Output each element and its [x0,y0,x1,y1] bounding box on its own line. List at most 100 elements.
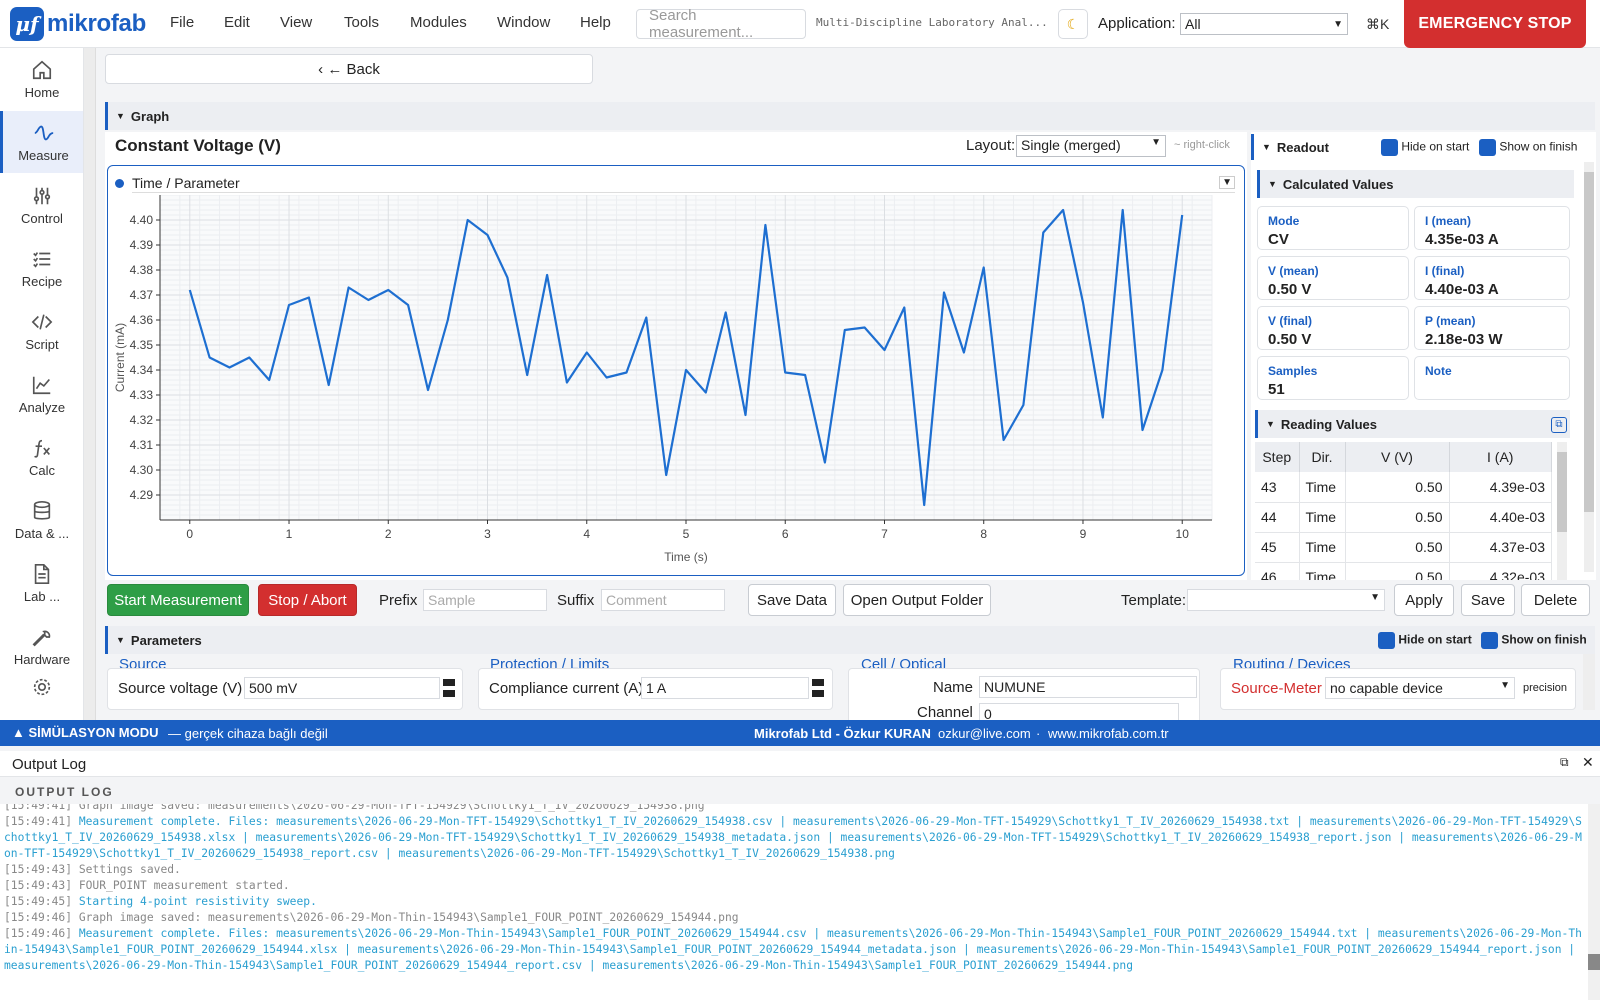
website-link[interactable]: www.mikrofab.com.tr [1048,726,1169,741]
table-row[interactable]: 46 Time 0.50 4.32e-03 [1255,562,1552,580]
sidebar-item-script[interactable]: Script [0,300,83,362]
log-line: [15:49:41] Graph image saved: measuremen… [4,804,1584,814]
card-value: 4.35e-03 A [1425,231,1499,248]
close-icon[interactable]: ✕ [1582,754,1594,771]
sidebar-item-analyze[interactable]: Analyze [0,363,83,425]
waveform-icon [34,125,53,140]
app-logo[interactable]: μf mikrofab [10,6,146,42]
application-select[interactable]: All ▼ [1180,13,1348,35]
card-key: V (mean) [1268,264,1319,278]
wrench-icon [32,630,51,646]
graph-section-header[interactable]: ▼ Graph [105,102,1595,130]
template-select[interactable]: ▼ [1187,589,1385,611]
menu-help[interactable]: Help [580,14,611,31]
save-data-button[interactable]: Save Data [748,584,836,616]
cell-name-input[interactable]: NUMUNE [979,676,1197,698]
table-cell: Time [1299,562,1346,580]
column-header[interactable]: I (A) [1449,442,1552,472]
parameter-selector[interactable]: Time / Parameter ▼ [115,172,1235,194]
params-hide-on-start-toggle[interactable]: Hide on start [1378,632,1472,649]
emergency-stop-button[interactable]: EMERGENCY STOP [1404,0,1586,48]
command-palette-shortcut[interactable]: ⌘K [1366,16,1389,33]
hide-on-start-label: Hide on start [1401,139,1470,154]
back-button[interactable]: ‹ ← Back [105,54,593,84]
readout-card-mode: Mode CV [1257,206,1409,250]
sidebar-item-label: Home [24,84,60,100]
start-measurement-button[interactable]: Start Measurement [107,584,249,616]
menu-edit[interactable]: Edit [224,14,250,31]
sidebar-item-recipe[interactable]: Recipe [0,237,83,299]
current-vs-time-chart[interactable]: 0 1 2 3 4 5 6 7 8 9 10 4.29 4.30 4.31 4.32 4.33 4.34 4.35… [110,195,1242,573]
show-on-finish-toggle[interactable]: Show on finish [1479,139,1577,156]
dark-mode-toggle[interactable]: ☾ [1058,9,1088,39]
parameters-title: Parameters [130,632,202,648]
cell-channel-input[interactable]: 0 [979,703,1179,720]
compliance-current-stepper[interactable] [812,679,824,697]
readout-card-samples: Samples 51 [1257,356,1409,400]
stop-abort-button[interactable]: Stop / Abort [258,584,357,616]
sidebar-item-measure[interactable]: Measure [0,111,83,173]
delete-template-button[interactable]: Delete [1521,584,1590,616]
open-output-folder-button[interactable]: Open Output Folder [843,584,991,616]
log-timestamp: [15:49:43] [4,879,73,892]
hide-on-start-toggle[interactable]: Hide on start [1381,139,1469,156]
restore-icon[interactable]: ⧉ [1560,755,1569,770]
menu-view[interactable]: View [280,14,312,31]
x-tick-label: 1 [286,527,293,541]
sidebar-item-control[interactable]: Control [0,174,83,236]
prefix-input[interactable]: Sample [423,589,547,611]
x-tick-label: 10 [1176,527,1190,541]
copy-icon[interactable]: ⧉ [1551,417,1567,433]
sidebar-item-data[interactable]: Data & ... [0,489,83,551]
log-timestamp: [15:49:43] [4,863,73,876]
table-row[interactable]: 44 Time 0.50 4.40e-03 [1255,502,1552,533]
menu-window[interactable]: Window [497,14,550,31]
table-scrollbar[interactable] [1557,442,1567,580]
output-log-scrollbar[interactable] [1588,804,1600,1000]
apply-template-button[interactable]: Apply [1394,584,1454,616]
sidebar-item-hardware[interactable]: Hardware [0,615,83,677]
y-tick-label: 4.36 [130,313,154,327]
right-click-hint: ~ right-click [1174,139,1230,151]
output-log[interactable]: [15:49:41] Graph image saved: measuremen… [0,804,1588,1000]
sidebar-item-settings[interactable] [0,676,83,716]
parameters-section-header[interactable]: ▼ Parameters [105,626,1595,654]
params-show-on-finish-toggle[interactable]: Show on finish [1481,632,1587,649]
readout-scrollbar[interactable] [1584,162,1594,572]
search-input[interactable]: Search measurement... [636,7,806,41]
cell-name-label: Name [933,679,974,696]
source-voltage-label: Source voltage (V) [118,680,243,697]
sidebar-scrollbar[interactable] [84,48,96,720]
y-tick-label: 4.39 [130,238,154,252]
reading-values-table: Step Dir. V (V) I (A) 43 Time 0.50 4.39e-03… [1255,442,1552,580]
menu-modules[interactable]: Modules [410,14,467,31]
sidebar-item-calc[interactable]: Calc [0,426,83,488]
menu-file[interactable]: File [170,14,194,31]
table-cell: 4.37e-03 [1449,532,1552,563]
sidebar-item-lab[interactable]: Lab ... [0,552,83,614]
sidebar-item-home[interactable]: Home [0,48,83,110]
suffix-input[interactable]: Comment [601,589,725,611]
table-row[interactable]: 45 Time 0.50 4.37e-03 [1255,532,1552,563]
source-meter-select[interactable]: no capable device ▼ [1325,677,1515,699]
reading-values-header[interactable]: ▼ Reading Values [1255,410,1570,438]
source-voltage-input[interactable]: 500 mV [244,677,440,699]
source-voltage-stepper[interactable] [443,679,455,697]
contact-email[interactable]: ozkur@live.com [938,726,1031,741]
parameters-scrollbar[interactable] [1583,654,1595,710]
layout-select[interactable]: Single (merged) ▼ [1016,135,1166,157]
chevron-down-icon: ▼ [1151,137,1161,148]
column-header[interactable]: V (V) [1345,442,1450,472]
column-header[interactable]: Step [1255,442,1300,472]
log-text: Measurement complete. Files: measurement… [4,815,1582,860]
table-row[interactable]: 43 Time 0.50 4.39e-03 [1255,472,1552,503]
compliance-current-input[interactable]: 1 A [641,677,809,699]
save-template-button[interactable]: Save [1461,584,1515,616]
card-key: I (mean) [1425,214,1472,228]
calculated-values-header[interactable]: ▼ Calculated Values [1257,170,1574,198]
routing-group: Source-Meter no capable device ▼ precisio… [1220,668,1576,710]
sliders-icon [33,187,51,204]
column-header[interactable]: Dir. [1299,442,1346,472]
chevron-down-icon: ▼ [1500,680,1510,691]
menu-tools[interactable]: Tools [344,14,379,31]
